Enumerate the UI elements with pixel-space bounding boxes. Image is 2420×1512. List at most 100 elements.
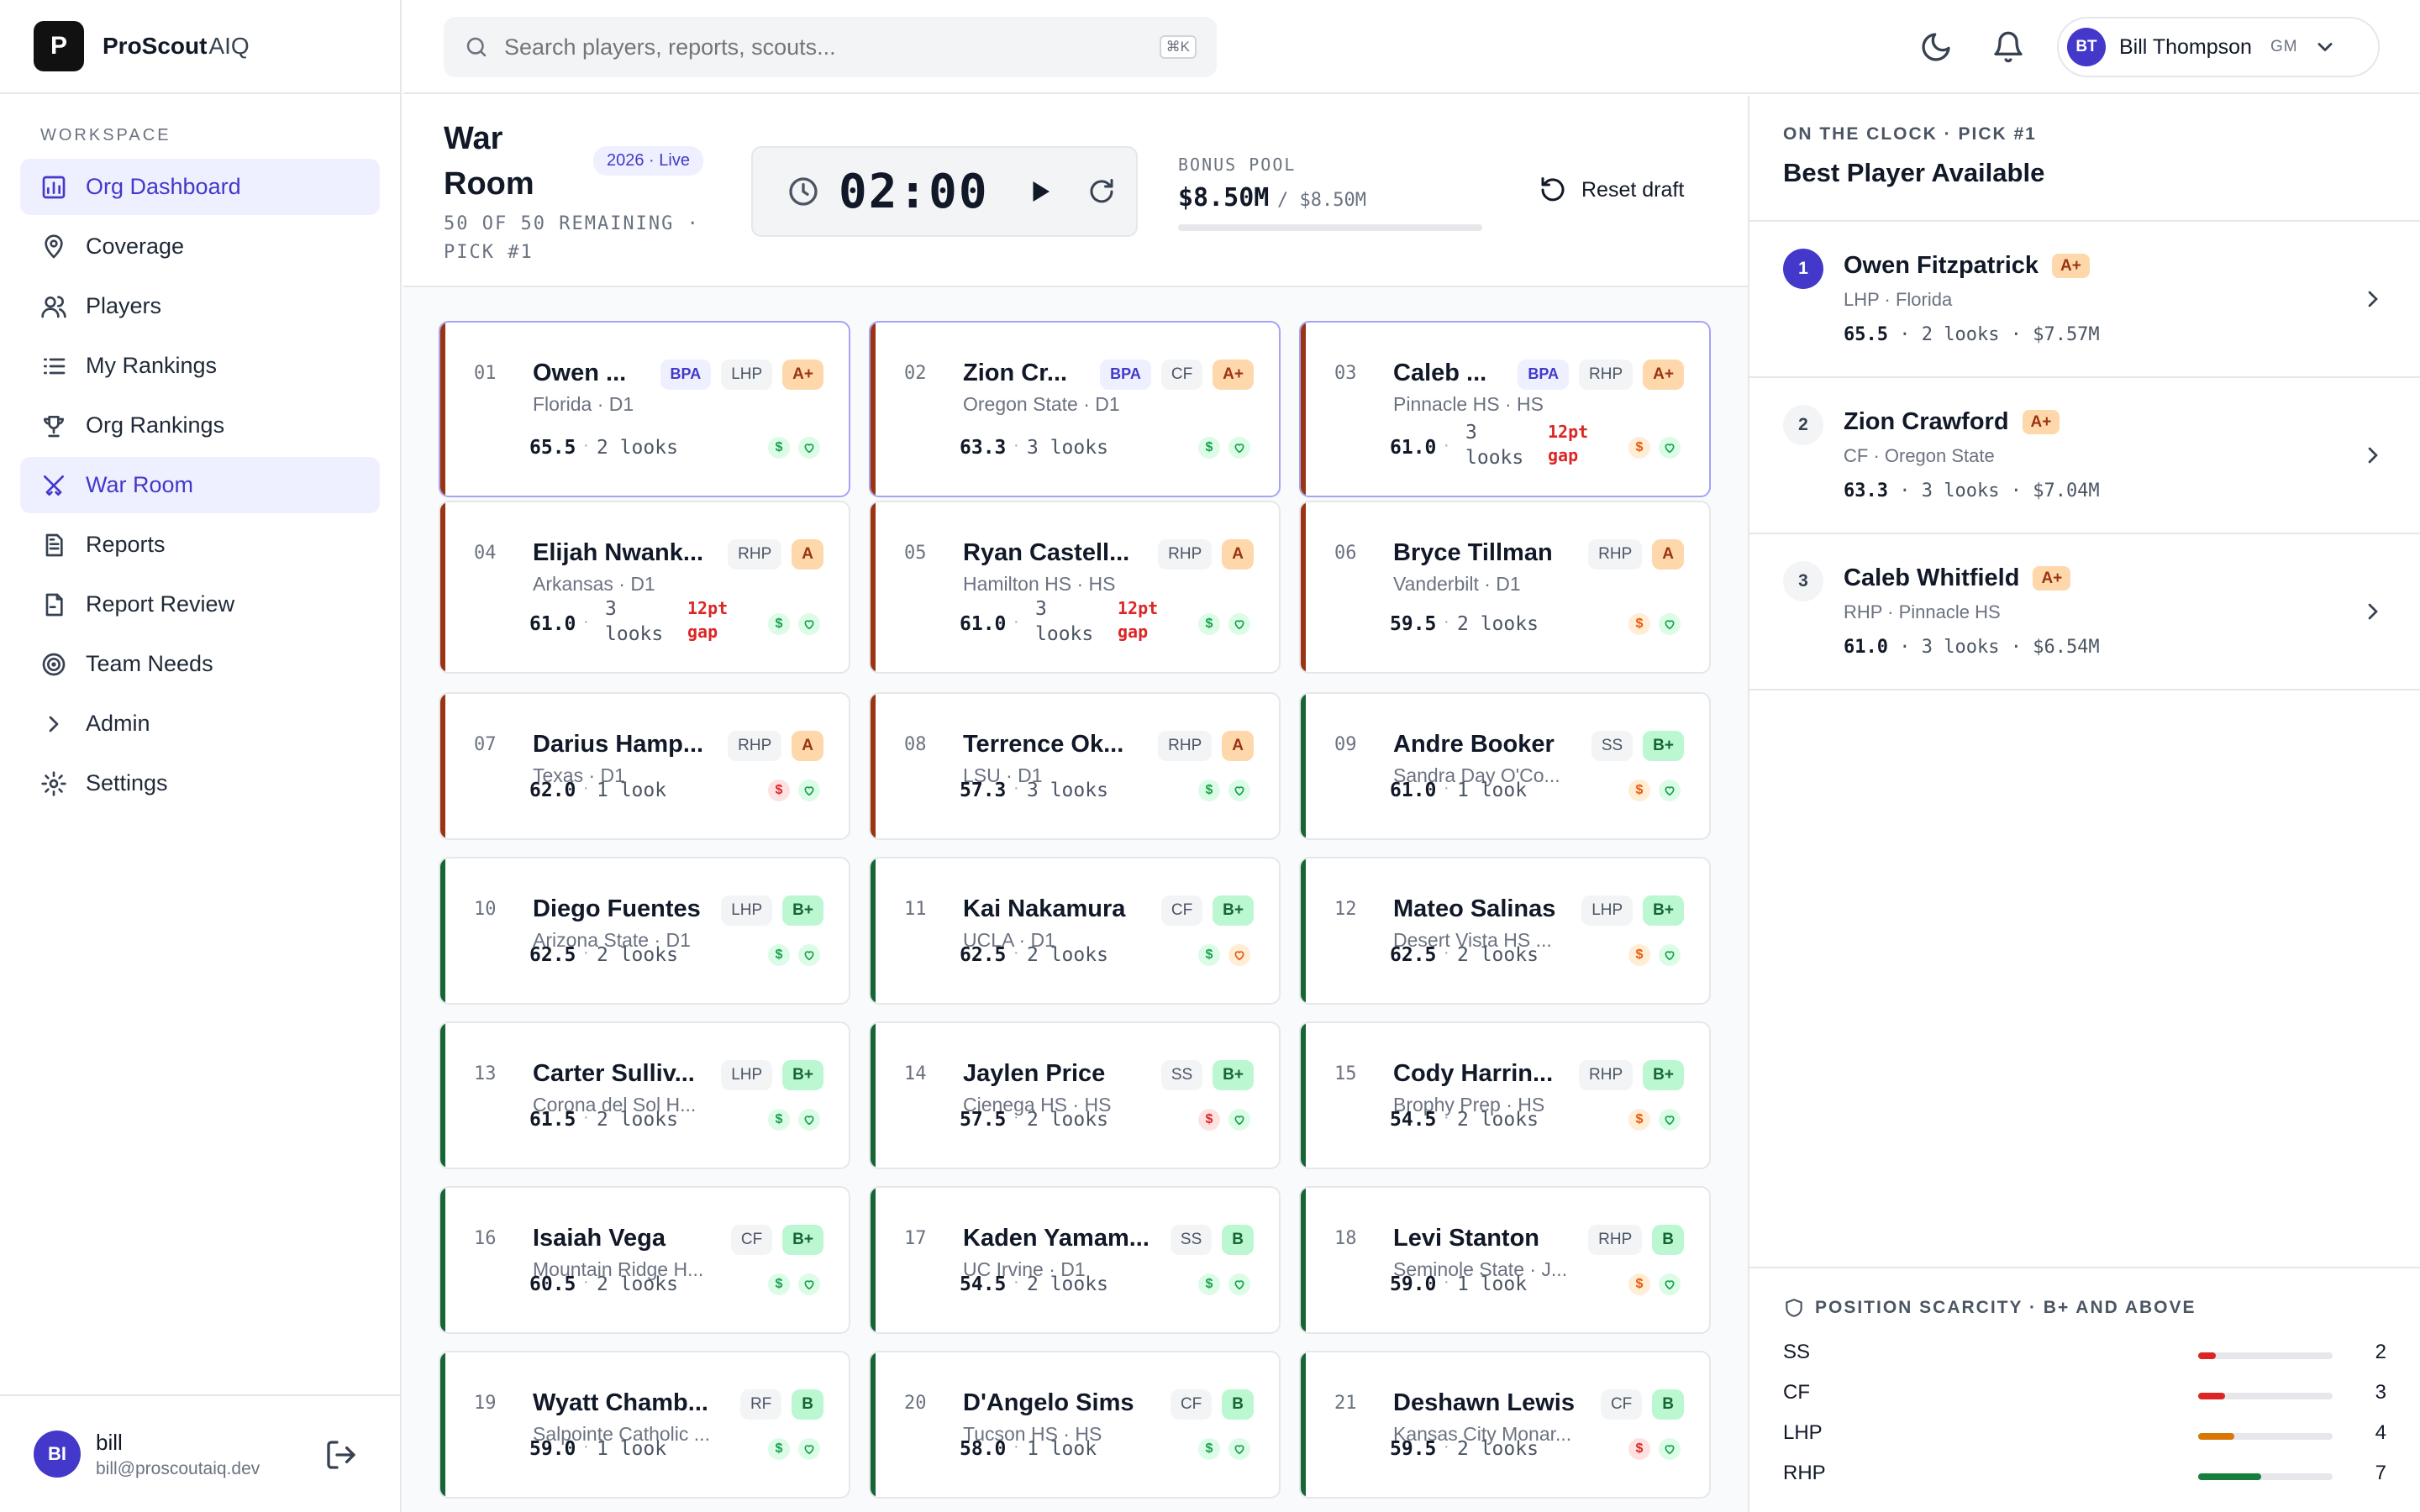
sidebar-item-admin[interactable]: Admin	[20, 696, 380, 752]
sidebar-item-label: Org Rankings	[86, 412, 225, 438]
player-card[interactable]: 09 Andre Booker Sandra Day O'Co... SS B+ 61.0…	[1299, 692, 1711, 840]
bpa-list-item[interactable]: 3 Caleb Whitfield A+ RHP · Pinnacle HS 61.0 …	[1749, 534, 2420, 690]
player-card[interactable]: 07 Darius Hamp... Texas · D1 RHP A 62.0 · 1 loo…	[439, 692, 850, 840]
sidebar-item-coverage[interactable]: Coverage	[20, 218, 380, 275]
separator-dot: ·	[1444, 1437, 1449, 1456]
dollar-icon: $	[768, 780, 790, 801]
bpa-list-item[interactable]: 1 Owen Fitzpatrick A+ LHP · Florida 65.5 · 2…	[1749, 222, 2420, 378]
heart-icon	[1228, 780, 1250, 801]
logout-icon[interactable]	[324, 1438, 358, 1472]
grade-badge: B+	[1213, 895, 1254, 926]
looks-count: 2 looks	[1457, 1109, 1539, 1131]
grade-badge: B+	[782, 1225, 823, 1255]
search-box[interactable]: ⌘K	[444, 17, 1217, 77]
bpa-player-stats: 63.3 · 3 looks · $7.04M	[1844, 480, 2100, 501]
position-badge: RHP	[1158, 539, 1213, 570]
user-menu[interactable]: BT Bill Thompson GM	[2057, 17, 2380, 77]
grade-badge: A	[1222, 731, 1254, 761]
player-chips: SS B+	[1591, 731, 1684, 761]
player-card[interactable]: 18 Levi Stanton Seminole State · J... RHP B 5…	[1299, 1186, 1711, 1334]
player-card[interactable]: 02 Zion Cr... Oregon State · D1 BPA CF A+ 63.3…	[869, 321, 1281, 497]
player-card[interactable]: 16 Isaiah Vega Mountain Ridge H... CF B+ 60.5…	[439, 1186, 850, 1334]
scarcity-position: RHP	[1783, 1462, 1826, 1484]
bpa-badge: BPA	[1518, 360, 1570, 390]
player-card[interactable]: 10 Diego Fuentes Arizona State · D1 LHP B+ 62…	[439, 857, 850, 1005]
player-card[interactable]: 04 Elijah Nwank... Arkansas · D1 RHP A 61.0 · 3…	[439, 501, 850, 674]
player-school: Arkansas · D1	[533, 573, 655, 595]
player-name: Darius Hamp...	[533, 731, 704, 758]
player-score: 62.0	[529, 780, 576, 801]
separator-dot: ·	[1444, 436, 1449, 454]
war-room-header: War Room 2026 · Live 50 OF 50 REMAINING …	[403, 96, 1748, 287]
position-badge: CF	[1600, 1389, 1643, 1420]
sidebar-item-my-rankings[interactable]: My Rankings	[20, 338, 380, 394]
player-name: Wyatt Chamb...	[533, 1389, 708, 1416]
grade-badge: A+	[1643, 360, 1684, 390]
player-card[interactable]: 13 Carter Sulliv... Corona del Sol H... LHP…	[439, 1021, 850, 1169]
list-icon	[44, 358, 66, 374]
player-card[interactable]: 14 Jaylen Price Cienega HS · HS SS B+ 57.5 · 2 …	[869, 1021, 1281, 1169]
bell-icon[interactable]	[1991, 30, 2025, 64]
player-chips: CF B	[1600, 1389, 1684, 1420]
timer-value: 02:00	[839, 164, 989, 219]
sidebar-item-org-rankings[interactable]: Org Rankings	[20, 397, 380, 454]
sidebar-item-team-needs[interactable]: Team Needs	[20, 636, 380, 692]
chevron-right-icon	[2368, 291, 2378, 307]
position-badge: RHP	[1158, 731, 1213, 761]
player-name: Andre Booker	[1393, 731, 1555, 758]
player-card[interactable]: 19 Wyatt Chamb... Salpointe Catholic ... RF…	[439, 1351, 850, 1499]
sidebar-item-label: Settings	[86, 770, 168, 795]
player-card[interactable]: 17 Kaden Yamam... UC Irvine · D1 SS B 54.5 · 2 …	[869, 1186, 1281, 1334]
player-chips: CF B+	[730, 1225, 823, 1255]
pick-rank: 10	[474, 899, 497, 920]
player-score: 59.5	[1390, 613, 1437, 635]
player-card[interactable]: 01 Owen ... Florida · D1 BPA LHP A+ 65.5 · 2 loo…	[439, 321, 850, 497]
player-card[interactable]: 21 Deshawn Lewis Kansas City Monar... CF B 59…	[1299, 1351, 1711, 1499]
separator-dot: ·	[1444, 779, 1449, 797]
draft-timer: 02:00	[751, 146, 1138, 237]
play-icon[interactable]	[1024, 176, 1055, 207]
tier-bar	[871, 1188, 876, 1332]
grade-badge: A+	[2052, 254, 2090, 279]
tier-bar	[871, 502, 876, 672]
player-card[interactable]: 05 Ryan Castell... Hamilton HS · HS RHP A 61.…	[869, 501, 1281, 674]
sidebar-item-players[interactable]: Players	[20, 278, 380, 334]
sidebar-item-settings[interactable]: Settings	[20, 755, 380, 811]
bpa-list-item[interactable]: 2 Zion Crawford A+ CF · Oregon State 63.3 · …	[1749, 378, 2420, 534]
pick-rank: 19	[474, 1393, 497, 1414]
player-card[interactable]: 20 D'Angelo Sims Tucson HS · HS CF B 58.0 · 1 l…	[869, 1351, 1281, 1499]
player-card[interactable]: 15 Cody Harrin... Brophy Prep · HS RHP B+ 54.…	[1299, 1021, 1711, 1169]
report-icon	[45, 533, 63, 556]
sidebar-item-reports[interactable]: Reports	[20, 517, 380, 573]
bpa-player-stats: 61.0 · 3 looks · $6.54M	[1844, 637, 2100, 658]
scarcity-bar	[2198, 1352, 2333, 1359]
sidebar-item-report-review[interactable]: Report Review	[20, 576, 380, 633]
looks-count: 3 looks	[605, 598, 664, 645]
sidebar-item-org-dashboard[interactable]: Org Dashboard	[20, 159, 380, 215]
player-school: Vanderbilt · D1	[1393, 573, 1521, 595]
separator-dot: ·	[1013, 436, 1019, 454]
player-card[interactable]: 06 Bryce Tillman Vanderbilt · D1 RHP A 59.5 · 2…	[1299, 501, 1711, 674]
position-badge: CF	[1160, 895, 1203, 926]
player-card[interactable]: 11 Kai Nakamura UCLA · D1 CF B+ 62.5 · 2 looks $	[869, 857, 1281, 1005]
player-score: 61.0	[1390, 437, 1437, 459]
reset-draft-button[interactable]: Reset draft	[1538, 175, 1684, 205]
moon-icon[interactable]	[1919, 30, 1953, 64]
player-card[interactable]: 03 Caleb ... Pinnacle HS · HS BPA RHP A+ 61.0 ·…	[1299, 321, 1711, 497]
search-input[interactable]	[504, 34, 1126, 60]
brand[interactable]: P ProScoutAIQ	[0, 0, 400, 94]
pick-rank: 01	[474, 363, 497, 384]
chevron-right-icon	[49, 716, 59, 732]
player-card[interactable]: 08 Terrence Ok... LSU · D1 RHP A 57.3 · 3 looks…	[869, 692, 1281, 840]
separator-dot: ·	[1887, 480, 1922, 501]
player-card[interactable]: 12 Mateo Salinas Desert Vista HS ... LHP B+ 6…	[1299, 857, 1711, 1005]
sidebar-user-name: bill	[96, 1429, 123, 1455]
sidebar-item-war-room[interactable]: War Room	[20, 457, 380, 513]
position-badge: LHP	[721, 895, 773, 926]
tier-bar	[871, 694, 876, 838]
pick-rank: 13	[474, 1063, 497, 1084]
refresh-icon[interactable]	[1086, 176, 1117, 207]
heart-icon	[1228, 1109, 1250, 1131]
player-score: 57.5	[960, 1109, 1007, 1131]
separator-dot: ·	[583, 779, 589, 797]
